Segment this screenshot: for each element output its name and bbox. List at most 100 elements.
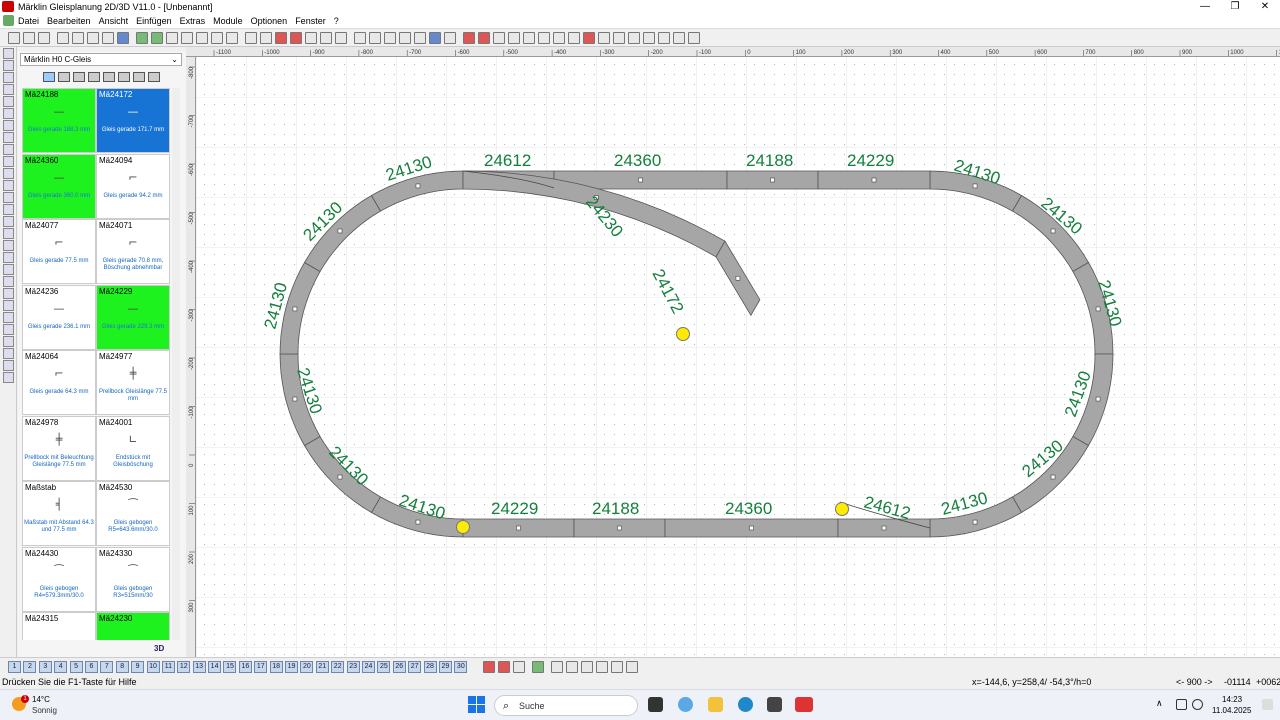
layer-tab[interactable]: 5 (69, 661, 83, 673)
layer-tab[interactable]: 18 (269, 661, 283, 673)
font-icon[interactable] (3, 348, 14, 359)
water-icon[interactable] (3, 276, 14, 287)
menu-bearbeiten[interactable]: Bearbeiten (43, 16, 95, 26)
maerklin-app-icon[interactable] (795, 697, 813, 712)
library-item[interactable]: Mä24530 ⁀ Gleis gebogen R5=643.6mm/30.0 (96, 481, 170, 546)
z-track-icon[interactable] (3, 108, 14, 119)
menu-extras[interactable]: Extras (176, 16, 210, 26)
turntable-category-icon[interactable] (87, 72, 100, 82)
m-track-icon[interactable] (3, 72, 14, 83)
cross-icon[interactable] (537, 31, 550, 44)
layout-canvas[interactable]: -1100 -1000 -900 -800 -700 -600 -500 -400 -300 -2… (186, 47, 1280, 657)
redo-icon[interactable] (259, 31, 272, 44)
layer-tab[interactable]: 9 (131, 661, 145, 673)
page-last-icon[interactable] (596, 661, 609, 673)
angle-icon[interactable] (477, 31, 490, 44)
library-select[interactable]: Märklin H0 C-Gleis ⌄ (20, 53, 182, 66)
library-item[interactable]: Mä24172 — Gleis gerade 171.7 mm (96, 88, 170, 153)
three-way-category-icon[interactable] (117, 72, 130, 82)
zoom-all-icon[interactable] (210, 31, 223, 44)
page-remove-icon[interactable] (626, 661, 639, 673)
display-icon[interactable] (1176, 699, 1187, 710)
copilot-icon[interactable] (678, 697, 693, 712)
layer-tab[interactable]: 29 (438, 661, 452, 673)
library-item[interactable]: Mä24978 ╪ Prellbock mit Beleuchtung Gleisl… (22, 415, 96, 481)
layer-tab[interactable]: 26 (392, 661, 406, 673)
menu-fenster[interactable]: Fenster (291, 16, 330, 26)
n-track-icon[interactable] (3, 96, 14, 107)
layer-tab[interactable]: 24 (361, 661, 375, 673)
weather-temperature[interactable]: 14°C (32, 695, 50, 704)
k-track-icon[interactable] (3, 60, 14, 71)
signal-light-icon[interactable] (3, 240, 14, 251)
c-track-icon[interactable] (3, 48, 14, 59)
cut-icon[interactable] (304, 31, 317, 44)
library-item[interactable]: Mä24064 ⌐ Gleis gerade 64.3 mm (22, 350, 96, 415)
file-explorer-icon[interactable] (708, 697, 723, 712)
join-icon[interactable] (507, 31, 520, 44)
weather-description[interactable]: Sonnig (32, 706, 57, 715)
taskbar-search[interactable]: ⌕ Suche (494, 695, 638, 716)
library-item[interactable]: Mä24001 ∟ Endstück mit Gleisböschung (96, 415, 170, 481)
layer-tab[interactable]: 27 (408, 661, 422, 673)
print-preview-icon[interactable] (56, 31, 69, 44)
menu-datei[interactable]: Datei (14, 16, 43, 26)
tunnel-icon[interactable] (3, 180, 14, 191)
page-next-icon[interactable] (581, 661, 594, 673)
library-item[interactable]: Mä24977 ╪ Prellbock Gleislänge 77.5 mm (96, 350, 170, 415)
straight-track-category-icon[interactable] (42, 72, 55, 82)
track-layout[interactable]: 24130 24612 24360 24188 24229 241302413024130… (196, 57, 1280, 657)
library-item[interactable]: Mä24077 ⌐ Gleis gerade 77.5 mm (22, 219, 96, 284)
tray-chevron-icon[interactable]: ∧ (1156, 698, 1163, 709)
curved-track-category-icon[interactable] (57, 72, 70, 82)
select-icon[interactable] (368, 31, 381, 44)
task-view-icon[interactable] (648, 697, 663, 712)
layer-tab[interactable]: 12 (177, 661, 191, 673)
export-icon[interactable] (101, 31, 114, 44)
line-tool-icon[interactable] (428, 31, 441, 44)
document-menu-icon[interactable] (3, 15, 14, 26)
catenary-icon[interactable] (3, 132, 14, 143)
save-icon[interactable] (37, 31, 50, 44)
train-icon[interactable] (483, 661, 496, 673)
house-icon[interactable] (3, 216, 14, 227)
layer-tab[interactable]: 13 (192, 661, 206, 673)
layer-tab[interactable]: 17 (254, 661, 268, 673)
page-add-icon[interactable] (611, 661, 624, 673)
flip-icon[interactable] (383, 31, 396, 44)
road-icon[interactable] (3, 228, 14, 239)
curve-icon[interactable] (552, 31, 565, 44)
layer-icon[interactable] (612, 31, 625, 44)
train-edit-icon[interactable] (498, 661, 511, 673)
delete-all-icon[interactable] (289, 31, 302, 44)
measure-icon[interactable] (462, 31, 475, 44)
clock-time[interactable]: 14:23 (1222, 695, 1242, 704)
library-scrollbar[interactable] (172, 88, 180, 640)
library-item[interactable]: Mä24229 — Gleis gerade 229.3 mm (96, 284, 170, 350)
layer-tab[interactable]: 28 (423, 661, 437, 673)
start-button[interactable] (468, 696, 486, 714)
library-item[interactable]: Mä24236 — Gleis gerade 236.1 mm (22, 284, 96, 350)
microsoft-store-icon[interactable] (767, 697, 782, 712)
layer-tab[interactable]: 3 (38, 661, 52, 673)
library-item[interactable]: Maßstab ╡ Maßstab mit Abstand 64.3 und 77.… (22, 481, 96, 546)
library-item[interactable]: Mä24071 ⌐ Gleis gerade 70.8 mm, Böschung a… (96, 219, 170, 284)
copy-icon[interactable] (319, 31, 332, 44)
layer-tab[interactable]: 14 (208, 661, 222, 673)
close-button[interactable]: ✕ (1250, 0, 1280, 13)
minimize-button[interactable]: — (1190, 0, 1220, 13)
layer-tab[interactable]: 19 (285, 661, 299, 673)
library-item[interactable]: Mä24430 ⁀ Gleis gebogen R4=579.3mm/30.0 (22, 546, 96, 612)
network-icon[interactable] (1192, 699, 1203, 710)
switch-category-icon[interactable] (102, 72, 115, 82)
flex-track-category-icon[interactable] (72, 72, 85, 82)
layer-tab[interactable]: 22 (331, 661, 345, 673)
zoom-in-icon[interactable] (180, 31, 193, 44)
new-file-icon[interactable] (7, 31, 20, 44)
center-icon[interactable] (642, 31, 655, 44)
marker-icon[interactable] (582, 31, 595, 44)
layer-tab[interactable]: 30 (454, 661, 468, 673)
layer-tab[interactable]: 11 (161, 661, 175, 673)
connect-icon[interactable] (413, 31, 426, 44)
figure-icon[interactable] (3, 252, 14, 263)
